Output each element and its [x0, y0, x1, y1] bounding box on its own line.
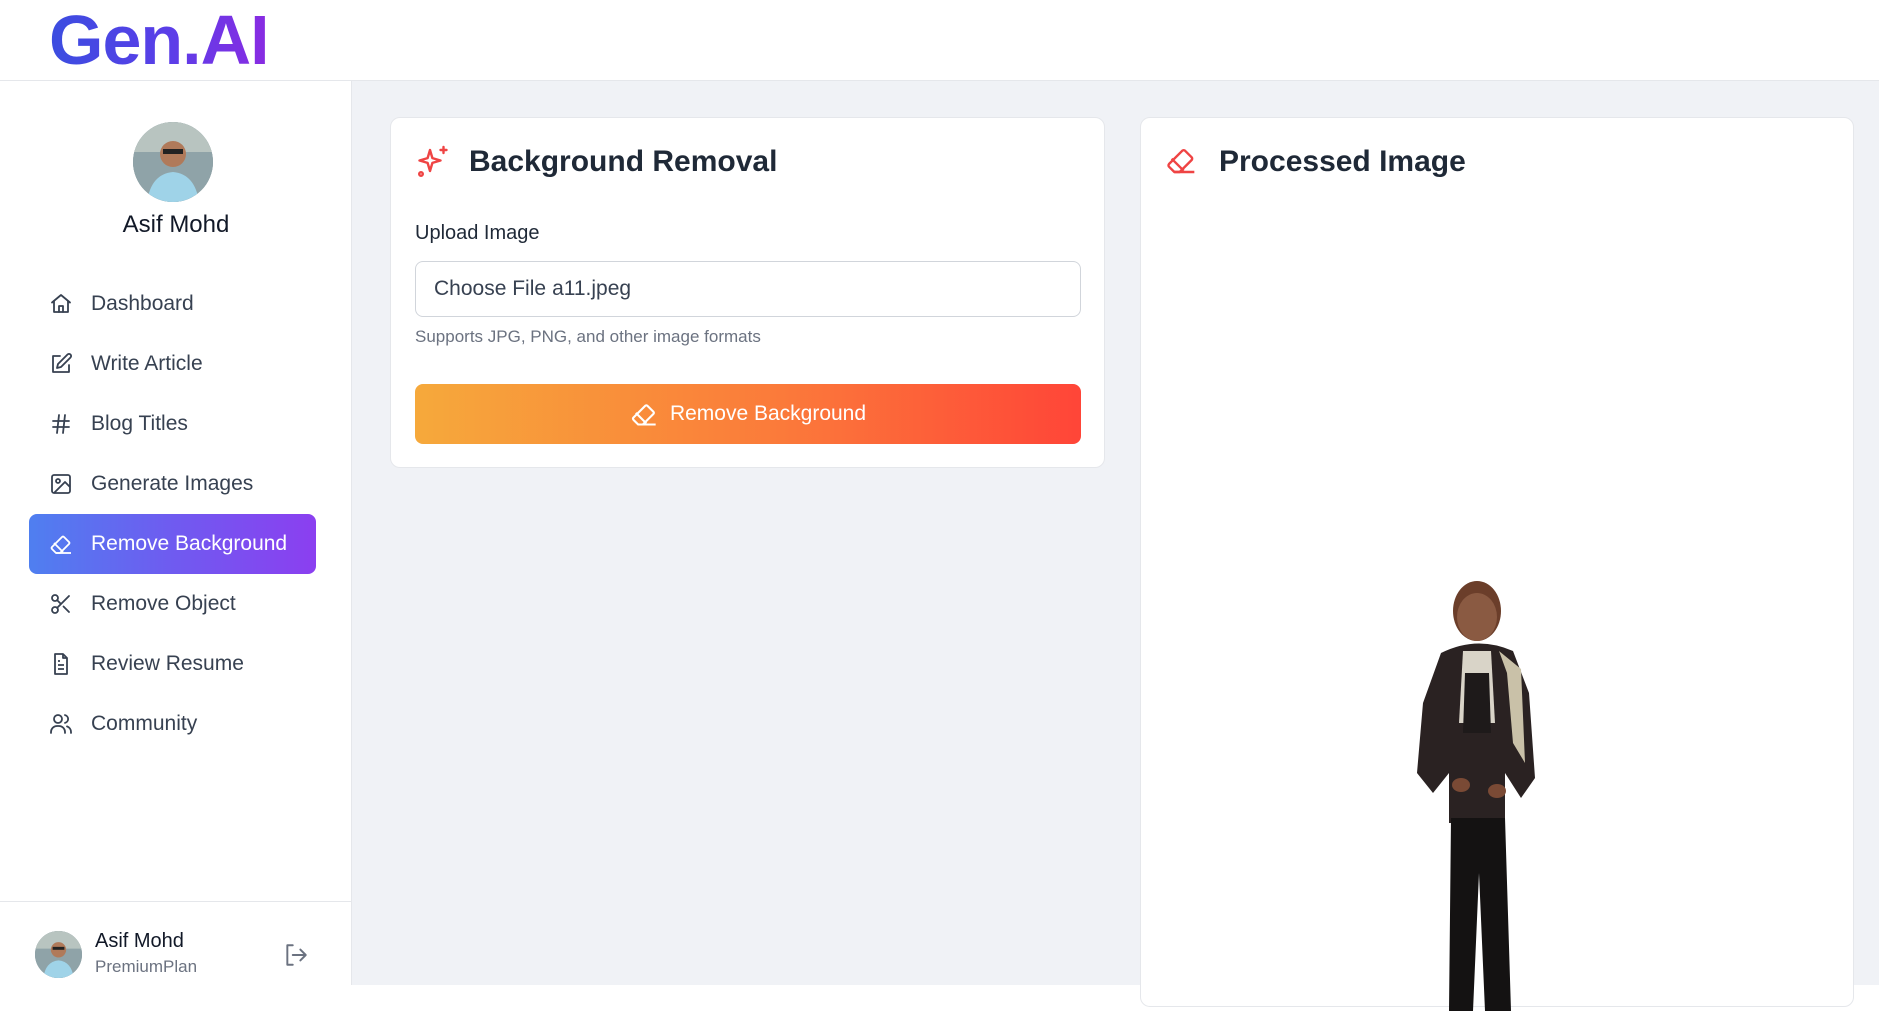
scissors-icon	[49, 592, 73, 616]
sidebar-item-remove-object[interactable]: Remove Object	[29, 574, 316, 634]
sidebar-item-community[interactable]: Community	[29, 694, 316, 754]
footer-user-plan: PremiumPlan	[95, 957, 198, 976]
choose-file-button[interactable]: Choose File	[434, 277, 546, 301]
sidebar-item-generate-images[interactable]: Generate Images	[29, 454, 316, 514]
eraser-icon	[630, 400, 658, 428]
processed-image-card: Processed Image	[1140, 117, 1854, 1011]
home-icon	[49, 292, 73, 316]
file-text-icon	[49, 652, 73, 676]
sidebar-item-blog-titles[interactable]: Blog Titles	[29, 394, 316, 454]
eraser-icon	[49, 532, 73, 556]
sidebar-item-write-article[interactable]: Write Article	[29, 334, 316, 394]
sidebar-item-label: Generate Images	[91, 472, 254, 495]
footer-user-name: Asif Mohd	[95, 930, 184, 952]
eraser-icon	[1165, 144, 1201, 180]
processed-image	[1401, 573, 1561, 1013]
sidebar-item-label: Review Resume	[91, 652, 244, 675]
card-header: Processed Image	[1165, 144, 1466, 180]
remove-background-button[interactable]: Remove Background	[415, 384, 1081, 444]
edit-icon	[49, 352, 73, 376]
sidebar-item-label: Community	[91, 712, 198, 735]
sidebar-item-dashboard[interactable]: Dashboard	[29, 274, 316, 334]
sidebar: Asif Mohd Dashboard Write Article Blog T…	[0, 81, 352, 985]
profile-avatar[interactable]	[133, 122, 213, 202]
sidebar-item-label: Remove Object	[91, 592, 236, 615]
avatar[interactable]	[35, 931, 82, 978]
sidebar-nav: Dashboard Write Article Blog Titles Gene…	[29, 274, 316, 754]
users-icon	[49, 712, 73, 736]
sidebar-item-label: Blog Titles	[91, 412, 188, 435]
upload-label: Upload Image	[415, 222, 540, 244]
sidebar-item-label: Write Article	[91, 352, 203, 375]
card-title: Processed Image	[1219, 145, 1466, 178]
top-bar: Gen.AI	[0, 0, 1879, 81]
main-content: Background Removal Upload Image Choose F…	[352, 81, 1879, 1011]
sidebar-item-remove-background[interactable]: Remove Background	[29, 514, 316, 574]
remove-background-button-label: Remove Background	[669, 402, 867, 425]
sparkles-icon	[415, 144, 451, 180]
sidebar-item-label: Remove Background	[91, 532, 288, 555]
upload-hint: Supports JPG, PNG, and other image forma…	[415, 327, 761, 346]
sidebar-footer: Asif Mohd PremiumPlan	[0, 901, 352, 985]
sidebar-item-label: Dashboard	[91, 292, 194, 315]
app-logo[interactable]: Gen.AI	[49, 2, 270, 78]
hash-icon	[49, 412, 73, 436]
background-removal-card: Background Removal Upload Image Choose F…	[390, 117, 1105, 468]
file-input[interactable]: Choose File a11.jpeg	[415, 261, 1081, 317]
profile-name: Asif Mohd	[122, 211, 230, 238]
sidebar-item-review-resume[interactable]: Review Resume	[29, 634, 316, 694]
logout-icon[interactable]	[283, 942, 309, 968]
card-header: Background Removal	[415, 144, 777, 180]
file-name: a11.jpeg	[552, 277, 632, 300]
card-title: Background Removal	[469, 145, 778, 178]
image-icon	[49, 472, 73, 496]
